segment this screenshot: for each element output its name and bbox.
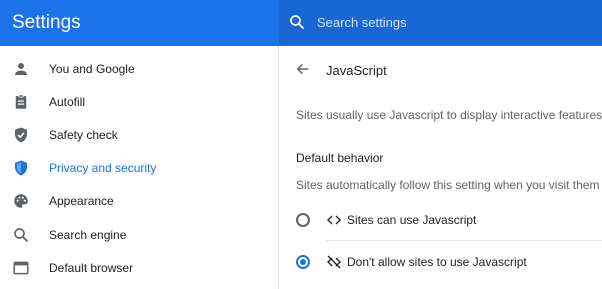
radio-button-selected[interactable] [296, 255, 310, 269]
clipboard-icon [15, 94, 27, 109]
app-title: Settings [12, 12, 81, 33]
main-content: JavaScript Sites usually use Javascript … [279, 46, 602, 289]
sidebar-item-safety-check[interactable]: Safety check [0, 119, 278, 152]
search-input[interactable] [317, 13, 597, 31]
person-icon [15, 63, 27, 75]
code-off-icon [327, 255, 341, 269]
radio-option-allow-javascript[interactable]: Sites can use Javascript [279, 205, 602, 235]
sidebar-item-search-engine[interactable]: Search engine [0, 219, 278, 252]
back-arrow-icon[interactable] [295, 61, 311, 77]
search-icon [14, 228, 28, 242]
page-description: Sites usually use Javascript to display … [296, 108, 602, 122]
top-bar: Settings [0, 0, 602, 46]
sidebar-item-label: Appearance [49, 194, 114, 208]
shield-check-icon [15, 127, 27, 143]
sidebar-item-label: Privacy and security [49, 161, 157, 175]
sidebar-item-label: Search engine [49, 228, 127, 242]
radio-option-block-javascript[interactable]: Don't allow sites to use Javascript [279, 247, 602, 277]
page-title: JavaScript [326, 63, 387, 78]
sidebar-item-label: You and Google [49, 62, 135, 76]
sidebar-item-privacy-and-security[interactable]: Privacy and security [0, 152, 278, 185]
row-divider [326, 240, 602, 241]
sidebar-item-appearance[interactable]: Appearance [0, 185, 278, 218]
sidebar-item-label: Safety check [49, 128, 118, 142]
section-description: Sites automatically follow this setting … [296, 178, 600, 192]
sidebar-item-default-browser[interactable]: Default browser [0, 252, 278, 285]
browser-window-icon [13, 261, 29, 275]
section-title: Default behavior [296, 151, 384, 165]
search-icon[interactable] [288, 13, 306, 31]
radio-label: Sites can use Javascript [347, 213, 477, 227]
code-icon [327, 215, 341, 225]
palette-icon [14, 194, 28, 208]
sidebar-item-you-and-google[interactable]: You and Google [0, 53, 278, 86]
sidebar-item-label: Default browser [49, 261, 134, 275]
radio-button[interactable] [296, 213, 310, 227]
sidebar-item-label: Autofill [49, 95, 86, 109]
sidebar: You and Google Autofill Safety check Pri… [0, 46, 278, 289]
sidebar-item-autofill[interactable]: Autofill [0, 86, 278, 119]
shield-icon [15, 160, 27, 176]
radio-label: Don't allow sites to use Javascript [347, 255, 527, 269]
